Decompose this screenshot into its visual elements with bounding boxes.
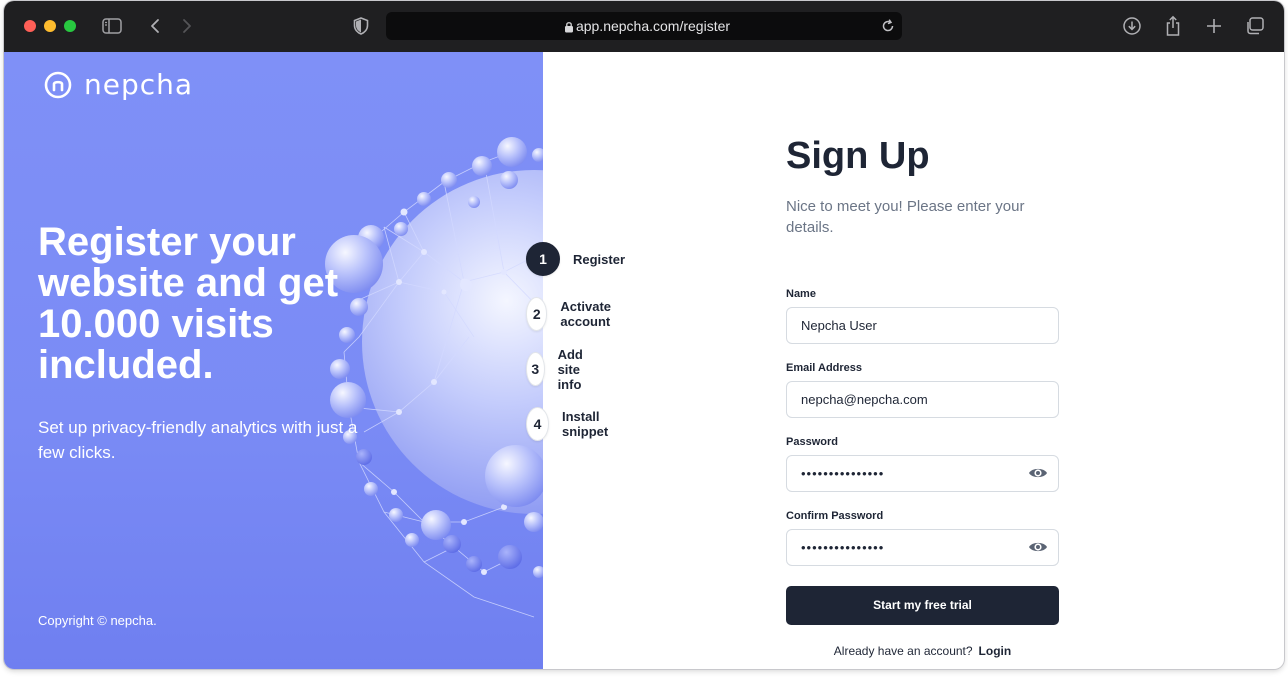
forward-icon[interactable]: [175, 14, 199, 38]
confirm-password-label: Confirm Password: [786, 510, 884, 522]
hero-title: Register your website and get 10.000 vis…: [38, 220, 339, 387]
step-register[interactable]: 1 Register: [526, 242, 625, 276]
step-activate-account[interactable]: 2 Activate account: [526, 297, 624, 331]
hero-subtitle: Set up privacy-friendly analytics with j…: [38, 418, 358, 462]
password-value: •••••••••••••••: [801, 466, 885, 481]
url-text: app.nepcha.com/register: [575, 18, 731, 34]
download-icon[interactable]: [1120, 14, 1144, 38]
start-free-trial-button[interactable]: Start my free trial: [786, 586, 1059, 625]
step-label: Activate account: [560, 299, 611, 329]
email-value: nepcha@nepcha.com: [801, 392, 928, 407]
share-icon[interactable]: [1161, 14, 1185, 38]
name-label: Name: [786, 288, 816, 300]
step-number: 1: [526, 242, 560, 276]
show-confirm-password-eye-icon[interactable]: [1028, 539, 1048, 560]
nepcha-logo[interactable]: nepcha: [44, 68, 193, 101]
logo-text: nepcha: [84, 68, 194, 101]
step-number: 4: [526, 407, 549, 441]
show-password-eye-icon[interactable]: [1028, 465, 1048, 486]
step-number: 2: [526, 297, 548, 331]
email-field[interactable]: nepcha@nepcha.com: [786, 381, 1059, 418]
step-label: Register: [573, 251, 626, 267]
login-prompt-line: Already have an account? Login: [786, 644, 1059, 658]
step-label: Add site info: [557, 346, 583, 392]
browser-window: app.nepcha.com/register nepcha Register …: [4, 1, 1284, 669]
minimize-window-button[interactable]: [44, 20, 56, 32]
browser-toolbar: app.nepcha.com/register: [4, 1, 1284, 52]
form-subtitle: Nice to meet you! Please enter your deta…: [786, 198, 1025, 236]
back-icon[interactable]: [143, 14, 167, 38]
password-field[interactable]: •••••••••••••••: [786, 455, 1059, 492]
name-field[interactable]: Nepcha User: [786, 307, 1059, 344]
zoom-window-button[interactable]: [64, 20, 76, 32]
login-link[interactable]: Login: [979, 644, 1012, 658]
reload-icon[interactable]: [880, 18, 896, 39]
shield-icon[interactable]: [349, 14, 373, 38]
step-add-site-info[interactable]: 3 Add site info: [526, 347, 598, 392]
password-label: Password: [786, 436, 838, 448]
confirm-password-value: •••••••••••••••: [801, 540, 885, 555]
sidebar-icon[interactable]: [100, 14, 124, 38]
tabs-overview-icon[interactable]: [1243, 14, 1267, 38]
step-label: Install snippet: [561, 409, 609, 439]
new-tab-icon[interactable]: [1202, 14, 1226, 38]
form-title: Sign Up: [786, 135, 930, 177]
confirm-password-field[interactable]: •••••••••••••••: [786, 529, 1059, 566]
copyright-text: Copyright © nepcha.: [38, 613, 157, 628]
page-content: nepcha Register your website and get 10.…: [4, 52, 1284, 669]
hero-panel: nepcha Register your website and get 10.…: [4, 52, 543, 669]
close-window-button[interactable]: [24, 20, 36, 32]
nepcha-logo-icon: [44, 71, 72, 98]
name-value: Nepcha User: [801, 318, 877, 333]
email-label: Email Address: [786, 362, 863, 374]
login-prompt-text: Already have an account?: [833, 644, 973, 658]
address-bar[interactable]: app.nepcha.com/register: [386, 12, 902, 40]
step-number: 3: [526, 352, 545, 386]
step-install-snippet[interactable]: 4 Install snippet: [526, 407, 619, 441]
